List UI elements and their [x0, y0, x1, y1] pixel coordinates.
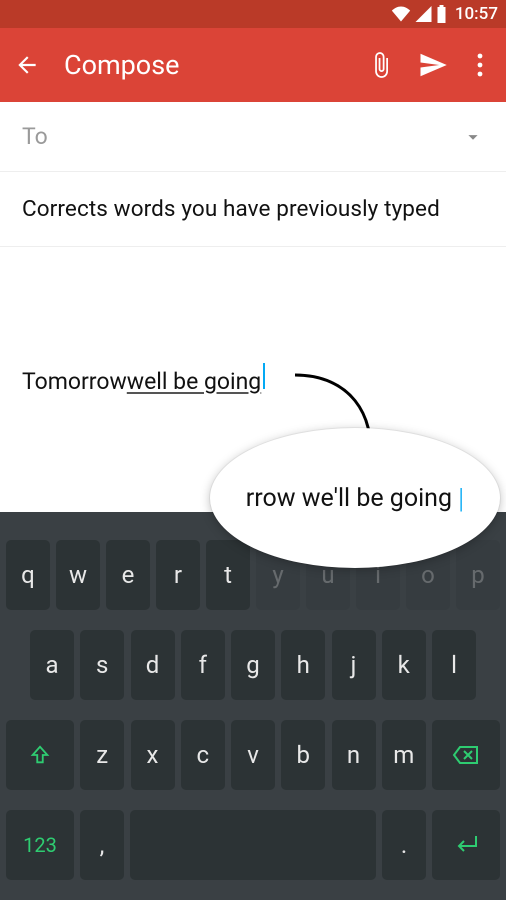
status-bar: 10:57	[0, 0, 506, 28]
key-backspace[interactable]	[432, 720, 500, 790]
key-w[interactable]: w	[56, 540, 100, 610]
keyboard-row-2: a s d f g h j k l	[0, 630, 506, 700]
key-p[interactable]: p	[456, 540, 500, 610]
callout-cursor-icon: |	[458, 482, 464, 515]
text-cursor-icon	[263, 363, 265, 389]
key-space[interactable]	[130, 810, 376, 880]
appbar-title: Compose	[64, 49, 366, 81]
key-h[interactable]: h	[281, 630, 325, 700]
attach-button[interactable]	[366, 50, 396, 80]
key-enter[interactable]	[432, 810, 500, 880]
key-l[interactable]: l	[432, 630, 476, 700]
subject-field[interactable]: Corrects words you have previously typed	[0, 172, 506, 247]
keyboard-row-4: 123 , .	[0, 810, 506, 880]
key-period[interactable]: .	[382, 810, 426, 880]
key-x[interactable]: x	[131, 720, 175, 790]
battery-icon	[436, 5, 447, 23]
key-n[interactable]: n	[332, 720, 376, 790]
back-button[interactable]	[12, 50, 42, 80]
overflow-menu-button[interactable]	[470, 50, 490, 80]
keyboard: q w e r t y u i o p a s d f g h j k l z …	[0, 512, 506, 900]
keyboard-row-3: z x c v b n m	[0, 720, 506, 790]
key-v[interactable]: v	[231, 720, 275, 790]
wifi-icon	[391, 6, 411, 22]
key-d[interactable]: d	[131, 630, 175, 700]
body-text: Tomorrow well be going	[22, 363, 265, 395]
correction-callout: rrow we'll be going |	[210, 428, 500, 568]
body-text-underlined: well be going	[127, 368, 261, 395]
key-t[interactable]: t	[206, 540, 250, 610]
chevron-down-icon[interactable]	[462, 126, 484, 148]
send-button[interactable]	[418, 50, 448, 80]
key-shift[interactable]	[6, 720, 74, 790]
key-q[interactable]: q	[6, 540, 50, 610]
key-symbols[interactable]: 123	[6, 810, 74, 880]
key-f[interactable]: f	[181, 630, 225, 700]
key-g[interactable]: g	[231, 630, 275, 700]
key-c[interactable]: c	[181, 720, 225, 790]
key-comma[interactable]: ,	[80, 810, 124, 880]
cell-signal-icon	[415, 6, 432, 22]
key-m[interactable]: m	[382, 720, 426, 790]
key-s[interactable]: s	[80, 630, 124, 700]
to-label: To	[22, 123, 48, 150]
app-bar: Compose	[0, 28, 506, 102]
key-j[interactable]: j	[332, 630, 376, 700]
key-a[interactable]: a	[30, 630, 74, 700]
key-b[interactable]: b	[281, 720, 325, 790]
callout-text: rrow we'll be going	[246, 484, 452, 513]
to-field[interactable]: To	[0, 102, 506, 172]
key-k[interactable]: k	[382, 630, 426, 700]
key-r[interactable]: r	[156, 540, 200, 610]
key-e[interactable]: e	[106, 540, 150, 610]
status-time: 10:57	[455, 4, 498, 24]
key-z[interactable]: z	[80, 720, 124, 790]
body-text-plain: Tomorrow	[22, 368, 127, 395]
subject-text: Corrects words you have previously typed	[22, 196, 440, 222]
